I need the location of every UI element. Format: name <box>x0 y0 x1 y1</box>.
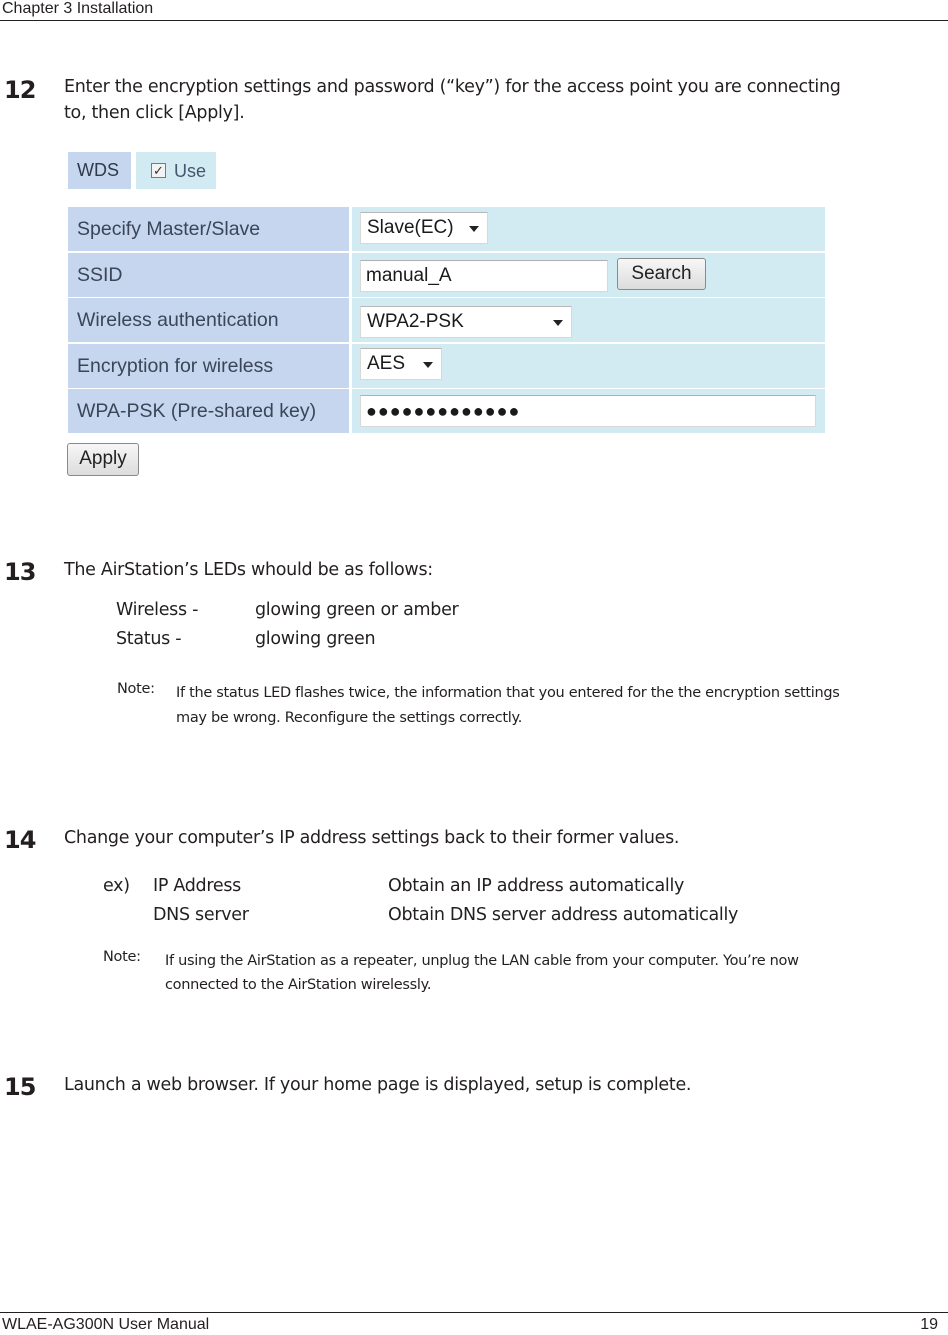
psk-label: WPA-PSK (Pre-shared key) <box>68 389 349 433</box>
encryption-label: Encryption for wireless <box>68 343 349 388</box>
page-footer: WLAE-AG300N User Manual 19 <box>0 1312 948 1333</box>
search-button[interactable]: Search <box>617 257 706 290</box>
row-ssid: SSID manual_A Search <box>68 252 825 297</box>
row-master-slave: Specify Master/Slave Slave(EC) <box>68 207 825 251</box>
chevron-down-icon <box>469 226 479 232</box>
step-13-text: The AirStation’s LEDs whould be as follo… <box>64 560 433 580</box>
step-15-text: Launch a web browser. If your home page … <box>64 1075 692 1095</box>
row-encryption: Encryption for wireless AES <box>68 343 825 388</box>
step-number-13: 13 <box>4 558 36 586</box>
step-14-note-line-2: connected to the AirStation wirelessly. <box>165 977 432 993</box>
dns-server-name: DNS server <box>153 905 249 925</box>
manual-title: WLAE-AG300N User Manual <box>2 1316 210 1333</box>
ip-address-value: Obtain an IP address automatically <box>388 876 685 896</box>
ex-label: ex) <box>103 876 130 896</box>
led-status-name: Status - <box>116 629 182 649</box>
step-13-note-line-2: may be wrong. Reconfigure the settings c… <box>176 710 523 726</box>
row-psk: WPA-PSK (Pre-shared key) ●●●●●●●●●●●●● <box>68 389 825 433</box>
step-12-line-1: Enter the encryption settings and passwo… <box>64 77 841 97</box>
master-slave-label: Specify Master/Slave <box>68 207 349 251</box>
wds-use-label: Use <box>174 161 207 181</box>
step-13-note-line-1: If the status LED flashes twice, the inf… <box>176 685 840 701</box>
wireless-auth-cell: WPA2-PSK <box>352 298 825 342</box>
wireless-auth-label: Wireless authentication <box>68 298 349 342</box>
chevron-down-icon <box>423 361 433 368</box>
dns-server-value: Obtain DNS server address automatically <box>388 905 739 925</box>
led-status-state: glowing green <box>255 629 376 649</box>
encryption-cell: AES <box>352 343 825 388</box>
ssid-label: SSID <box>68 252 349 297</box>
encryption-select[interactable]: AES <box>360 347 442 380</box>
ssid-cell: manual_A Search <box>352 252 825 297</box>
encryption-value: AES <box>367 352 406 374</box>
wireless-auth-value: WPA2-PSK <box>367 311 464 332</box>
wds-settings-table: Specify Master/Slave Slave(EC) SSID manu… <box>68 207 825 435</box>
step-14-note-label: Note: <box>103 949 141 965</box>
master-slave-select[interactable]: Slave(EC) <box>360 212 488 244</box>
page-header: Chapter 3 Installation <box>0 0 948 21</box>
step-12-text: Enter the encryption settings and passwo… <box>64 74 841 126</box>
ip-address-name: IP Address <box>153 876 241 896</box>
wds-use-cell: ✓ Use <box>136 152 216 189</box>
master-slave-cell: Slave(EC) <box>352 207 825 251</box>
step-number-14: 14 <box>4 826 36 854</box>
wds-label: WDS <box>68 152 131 189</box>
wds-use-checkbox[interactable]: ✓ <box>151 163 166 178</box>
step-14-note: If using the AirStation as a repeater, u… <box>165 949 799 997</box>
step-14-text: Change your computer’s IP address settin… <box>64 828 680 848</box>
ssid-value: manual_A <box>366 264 452 286</box>
step-14-note-line-1: If using the AirStation as a repeater, u… <box>165 953 799 969</box>
ssid-input[interactable]: manual_A <box>360 259 608 292</box>
psk-masked-value: ●●●●●●●●●●●●● <box>366 401 521 421</box>
step-13-note: If the status LED flashes twice, the inf… <box>176 681 840 731</box>
step-number-15: 15 <box>4 1073 36 1101</box>
master-slave-value: Slave(EC) <box>367 217 454 238</box>
led-wireless-name: Wireless - <box>116 600 199 620</box>
chapter-title: Chapter 3 Installation <box>2 0 154 17</box>
step-number-12: 12 <box>4 76 36 104</box>
wireless-auth-select[interactable]: WPA2-PSK <box>360 306 572 338</box>
psk-cell: ●●●●●●●●●●●●● <box>352 389 825 433</box>
chevron-down-icon <box>553 320 563 326</box>
page-number: 19 <box>920 1316 938 1333</box>
step-12-line-2: to, then click [Apply]. <box>64 103 245 123</box>
checkmark-icon: ✓ <box>153 163 164 178</box>
step-13-note-label: Note: <box>117 681 155 697</box>
led-wireless-state: glowing green or amber <box>255 600 459 620</box>
row-wireless-auth: Wireless authentication WPA2-PSK <box>68 298 825 342</box>
apply-button[interactable]: Apply <box>67 443 139 476</box>
psk-password-input[interactable]: ●●●●●●●●●●●●● <box>360 395 816 427</box>
